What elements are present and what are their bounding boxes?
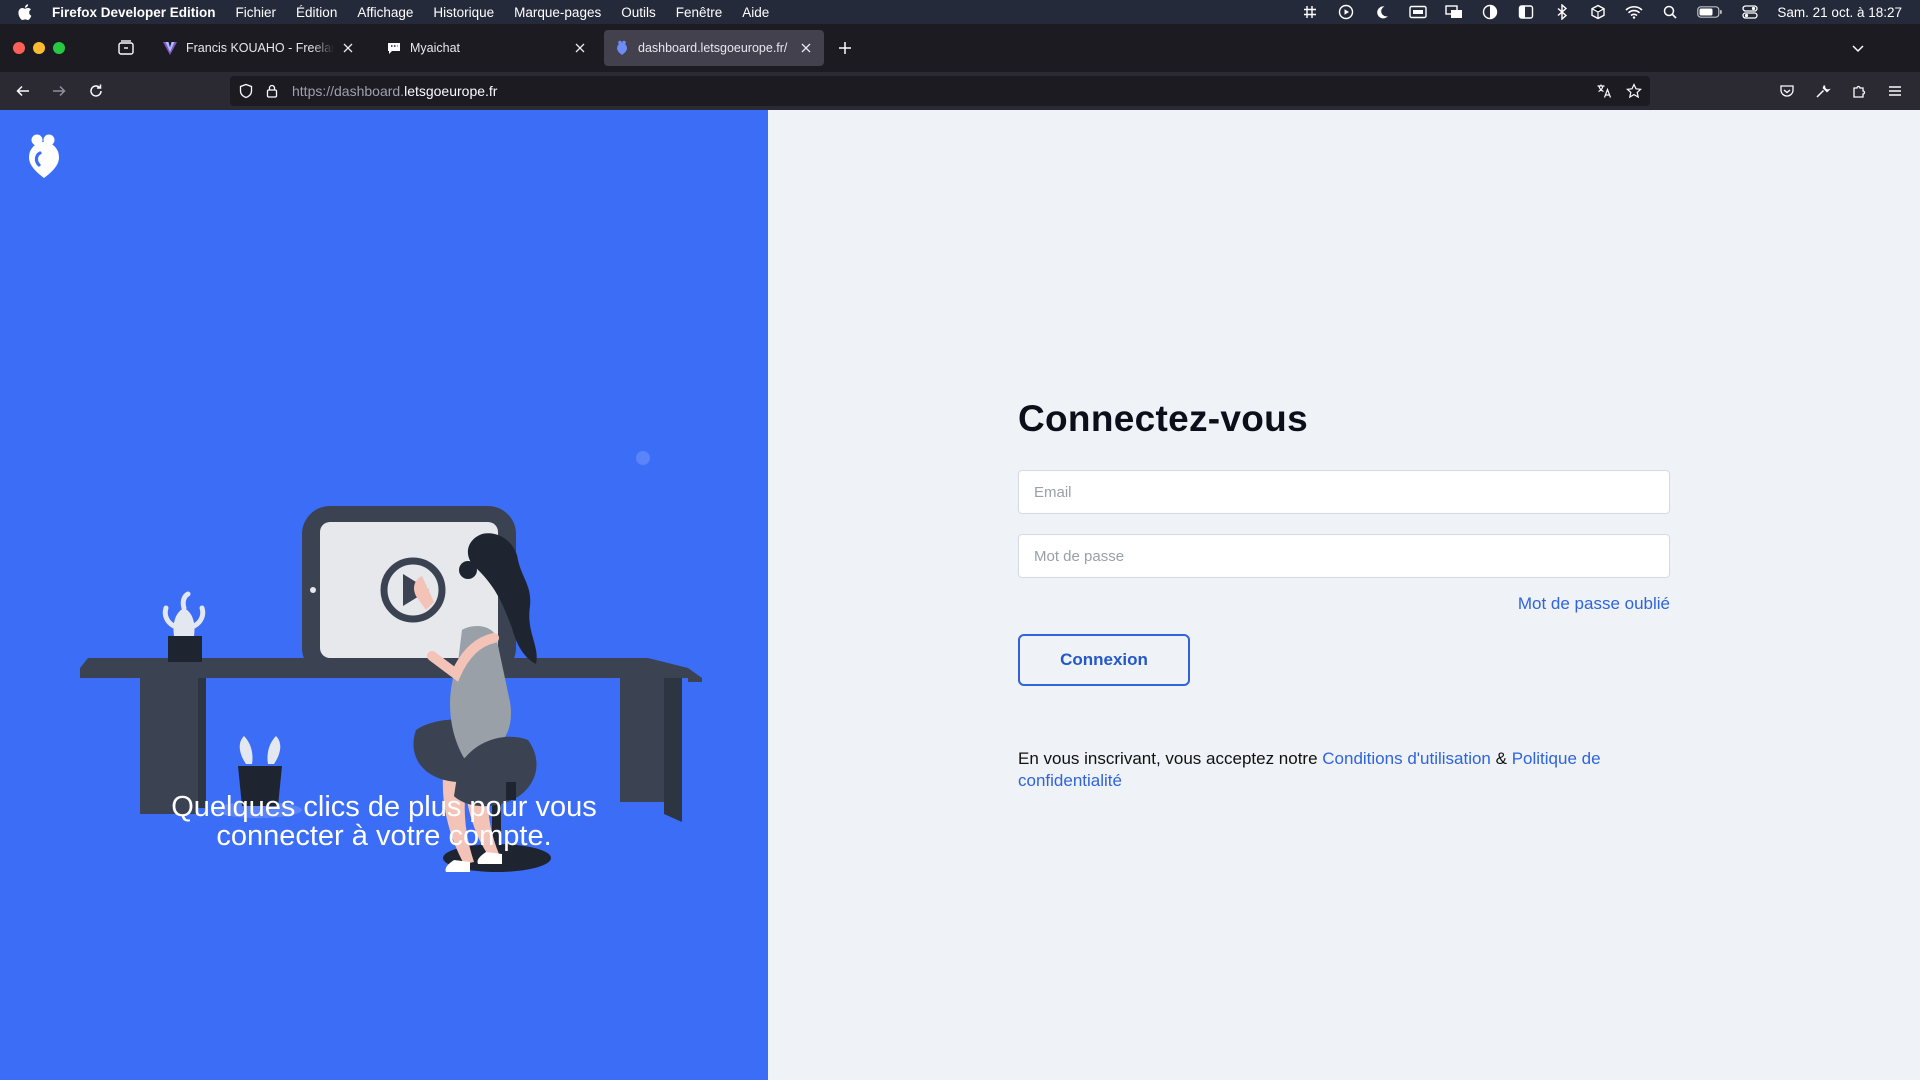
vuetify-favicon-icon [162,40,178,56]
letsgoeurope-favicon-icon [614,40,630,56]
terms-notice: En vous inscrivant, vous acceptez notre … [1018,748,1670,792]
close-window-button[interactable] [13,42,25,54]
tab-dashboard-letsgoeurope[interactable]: dashboard.letsgoeurope.fr/ [604,30,824,66]
menu-edition[interactable]: Édition [296,5,337,20]
tab-myaichat[interactable]: Myaichat [376,30,598,66]
menu-fenetre[interactable]: Fenêtre [676,5,723,20]
letsgoeurope-logo-icon[interactable] [26,132,62,180]
search-status-icon[interactable] [1661,3,1679,21]
lock-icon[interactable] [264,83,280,99]
password-field[interactable] [1018,534,1670,578]
url-domain: letsgoeurope.fr [404,83,498,99]
minimize-window-button[interactable] [33,42,45,54]
back-arrow-icon[interactable] [13,81,33,101]
extensions-puzzle-icon[interactable] [1849,81,1869,101]
menu-affichage[interactable]: Affichage [357,5,413,20]
hashtag-status-icon[interactable] [1301,3,1319,21]
forgot-password-link[interactable]: Mot de passe oublié [1018,594,1670,614]
forward-arrow-icon[interactable] [49,81,69,101]
apple-menu-icon[interactable] [18,4,38,20]
reload-icon[interactable] [86,81,106,101]
url-bar[interactable]: https://dashboard.letsgoeurope.fr [230,76,1650,106]
firefox-view-icon[interactable] [116,38,136,58]
tab-close-icon[interactable] [340,40,356,56]
menu-aide[interactable]: Aide [742,5,769,20]
sidebar-status-icon[interactable] [1517,3,1535,21]
email-field[interactable] [1018,470,1670,514]
tagline: Quelques clics de plus pour vous connect… [0,793,768,851]
terms-of-use-link[interactable]: Conditions d'utilisation [1322,749,1491,768]
menu-fichier[interactable]: Fichier [236,5,277,20]
zoom-window-button[interactable] [53,42,65,54]
url-text[interactable]: https://dashboard.letsgoeurope.fr [292,83,497,99]
hamburger-menu-icon[interactable] [1885,81,1905,101]
screen-share-status-icon[interactable] [1445,3,1463,21]
tracking-shield-icon[interactable] [238,83,254,99]
menu-marque-pages[interactable]: Marque-pages [514,5,601,20]
play-circle-status-icon[interactable] [1337,3,1355,21]
menu-historique[interactable]: Historique [433,5,494,20]
page-title: Connectez-vous [1018,398,1308,439]
url-prefix: https://dashboard. [292,83,405,99]
tagline-line-1: Quelques clics de plus pour vous [171,791,597,823]
tab-title: dashboard.letsgoeurope.fr/ [638,41,788,55]
menubar-clock[interactable]: Sam. 21 oct. à 18:27 [1777,5,1902,20]
translate-icon[interactable] [1596,83,1612,99]
tab-close-icon[interactable] [798,40,814,56]
chat-favicon-icon [386,40,402,56]
bluetooth-status-icon[interactable] [1553,3,1571,21]
macos-menu-bar: Firefox Developer Edition Fichier Éditio… [0,0,1920,24]
login-panel: Connectez-vous Mot de passe oublié Conne… [768,110,1920,1080]
bookmark-star-icon[interactable] [1626,83,1642,99]
web-page: Quelques clics de plus pour vous connect… [0,110,1920,1080]
battery-status-icon[interactable] [1697,3,1723,21]
cube-status-icon[interactable] [1589,3,1607,21]
terms-text: En vous inscrivant, vous acceptez notre [1018,749,1323,768]
login-form: Connectez-vous Mot de passe oublié Conne… [1018,398,1670,792]
moon-status-icon[interactable] [1373,3,1391,21]
list-all-tabs-chevron-icon[interactable] [1848,38,1868,58]
login-button[interactable]: Connexion [1018,634,1190,686]
tab-title: Francis KOUAHO - Freelance dév [186,41,334,55]
new-tab-plus-icon[interactable] [835,38,855,58]
menu-outils[interactable]: Outils [621,5,656,20]
ampersand-text: & [1490,749,1512,768]
developer-tools-wrench-icon[interactable] [1813,81,1833,101]
pocket-icon[interactable] [1777,81,1797,101]
tab-strip: Francis KOUAHO - Freelance dév Myaichat … [0,24,1920,72]
tab-close-icon[interactable] [572,40,588,56]
app-name-menu[interactable]: Firefox Developer Edition [52,5,216,20]
tab-francis-kouaho[interactable]: Francis KOUAHO - Freelance dév [152,30,366,66]
tagline-line-2: connecter à votre compte. [216,820,552,852]
display-status-icon[interactable] [1409,3,1428,21]
control-center-icon[interactable] [1741,3,1759,21]
contrast-status-icon[interactable] [1481,3,1499,21]
status-icons: Sam. 21 oct. à 18:27 [1301,0,1902,24]
tab-title: Myaichat [410,41,461,55]
left-illustration-panel: Quelques clics de plus pour vous connect… [0,110,768,1080]
navigation-toolbar: https://dashboard.letsgoeurope.fr [0,72,1920,110]
window-controls [13,42,65,54]
wifi-status-icon[interactable] [1625,3,1643,21]
